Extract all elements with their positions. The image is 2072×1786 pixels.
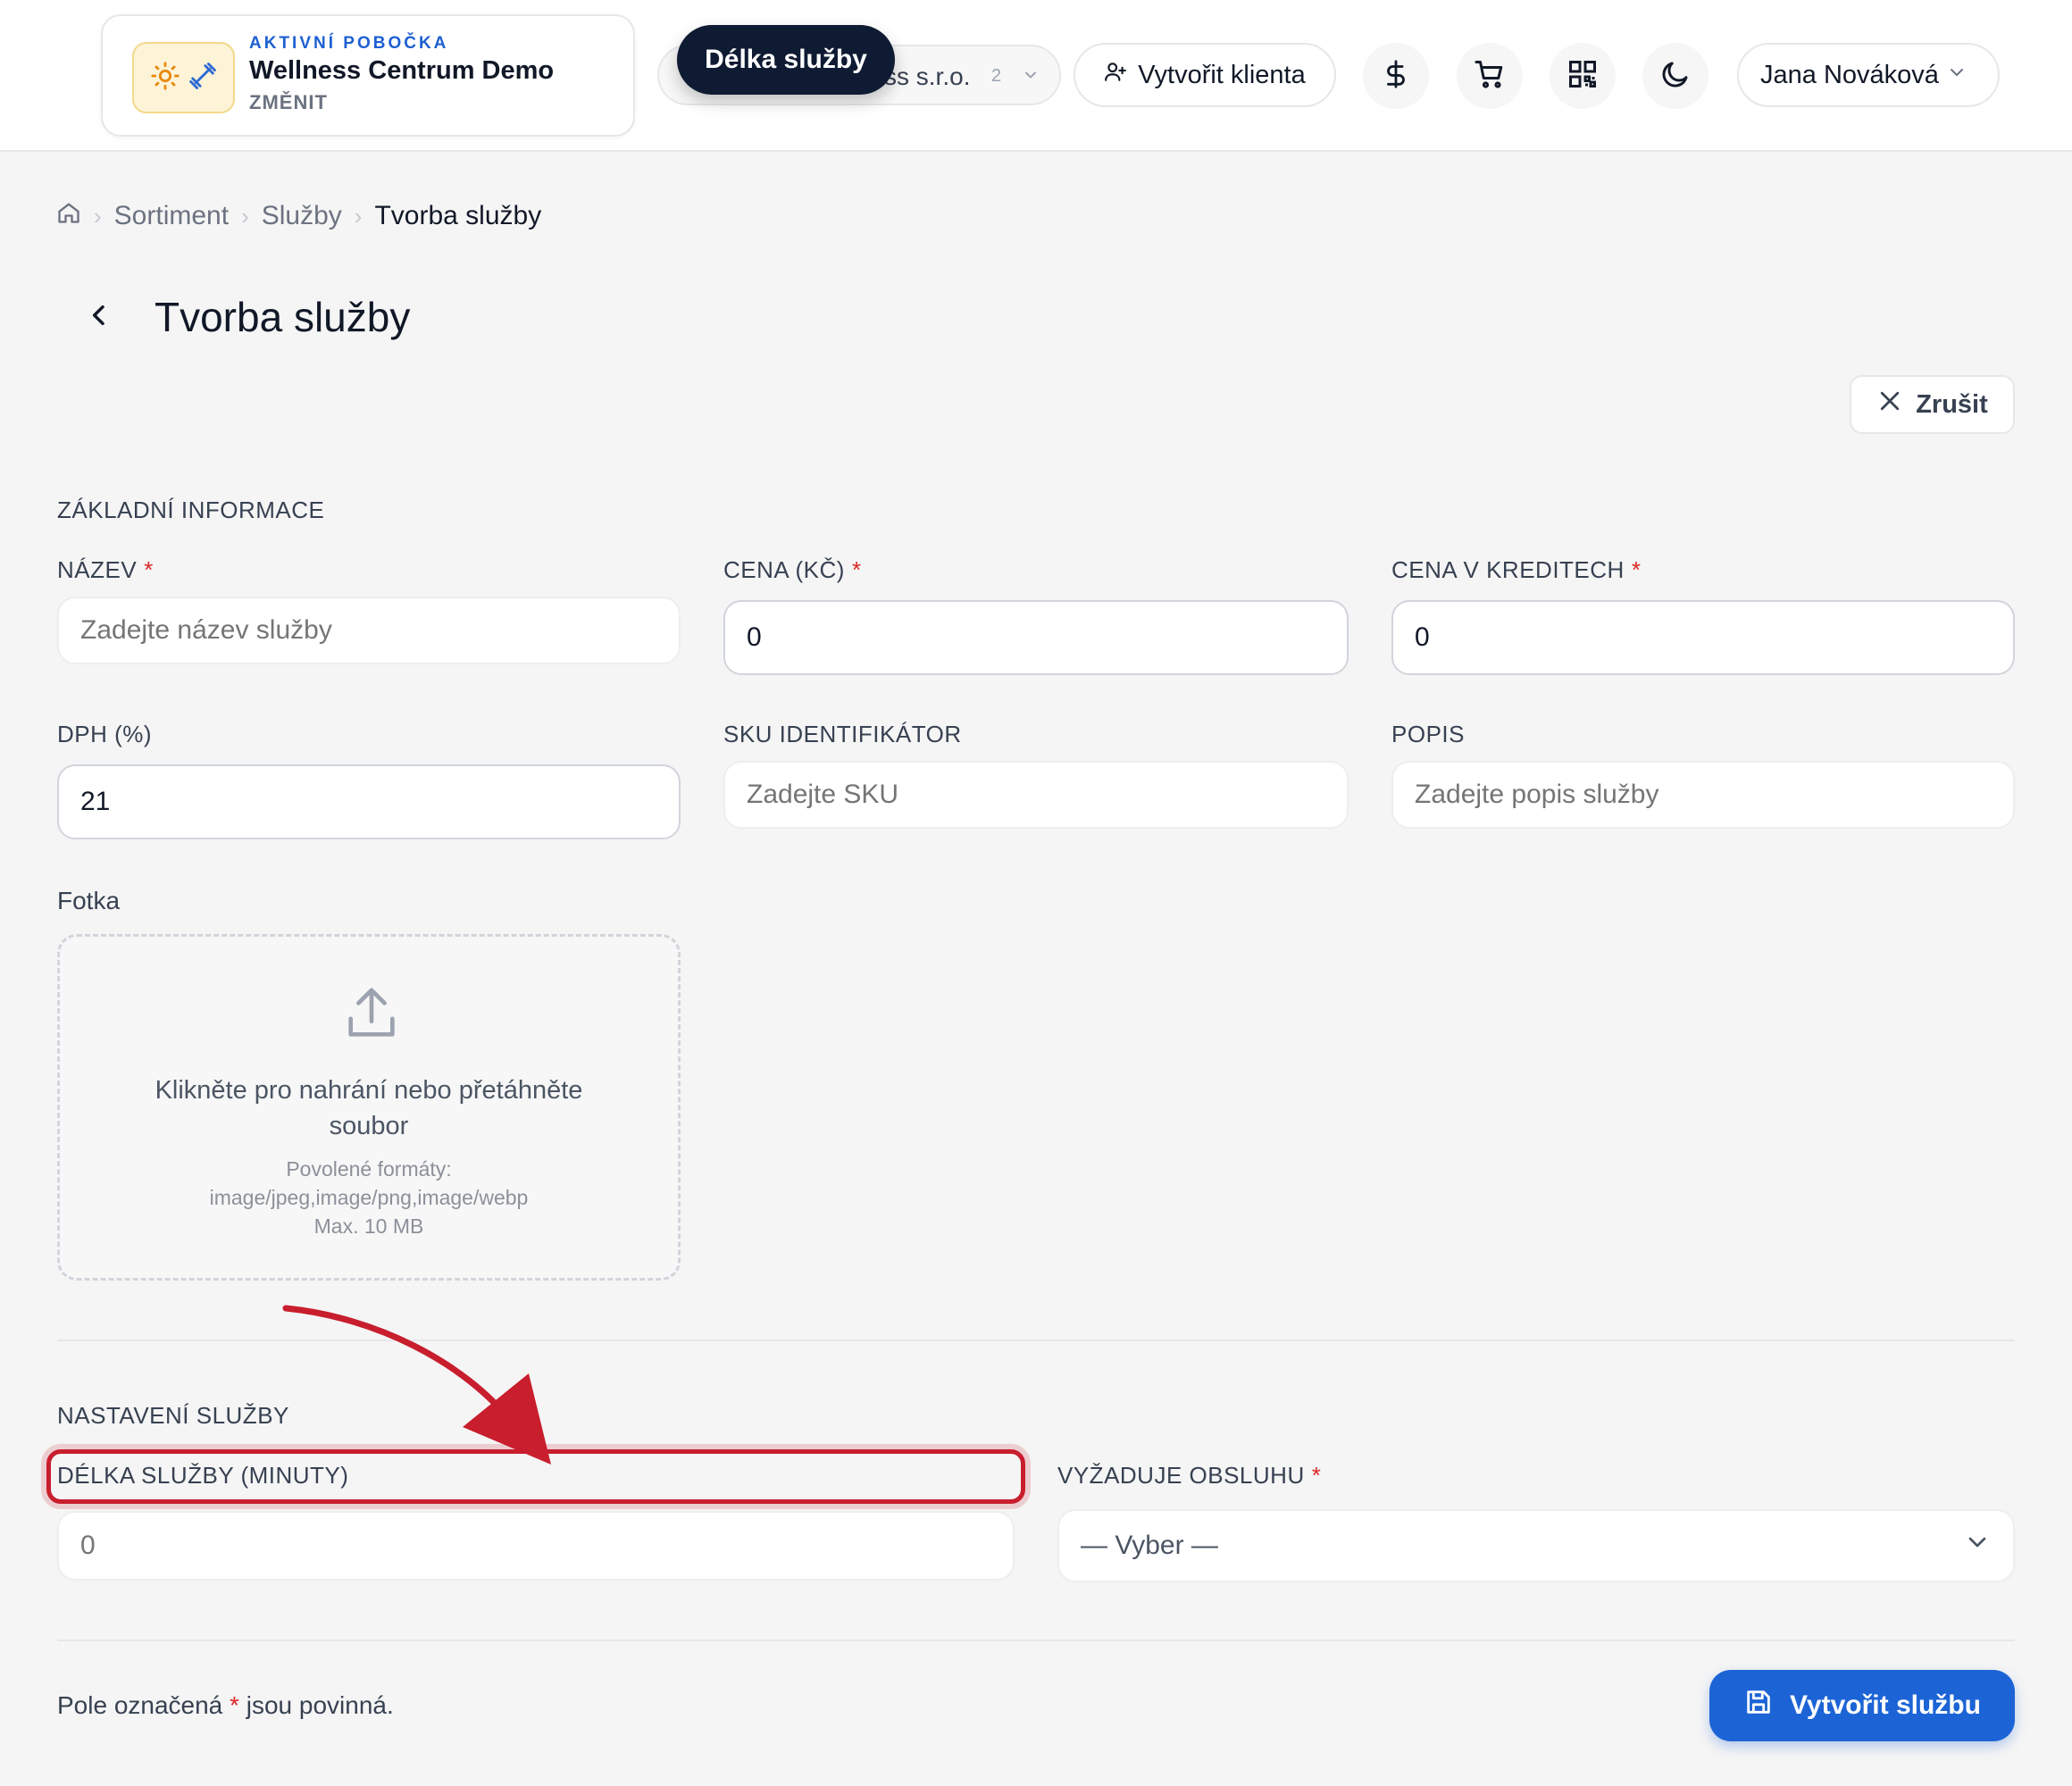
user-plus-icon bbox=[1104, 60, 1127, 90]
breadcrumb-separator: › bbox=[354, 202, 363, 230]
credits-label: CENA V KREDITECH * bbox=[1391, 556, 1642, 583]
user-menu-button[interactable]: Jana Nováková bbox=[1737, 43, 2000, 107]
back-button[interactable] bbox=[79, 296, 120, 338]
breadcrumb: › Sortiment › Služby › Tvorba služby bbox=[56, 198, 541, 234]
duration-label: DÉLKA SLUŽBY (MINUTY) bbox=[57, 1462, 349, 1489]
basic-info-title: ZÁKLADNÍ INFORMACE bbox=[57, 497, 325, 523]
annotation-arrow bbox=[282, 1305, 551, 1465]
theme-toggle-button[interactable] bbox=[1642, 43, 1709, 109]
finance-button[interactable] bbox=[1363, 43, 1429, 109]
cart-button[interactable] bbox=[1457, 43, 1523, 109]
home-icon[interactable] bbox=[56, 200, 81, 232]
branch-name: Wellness Centrum Demo bbox=[249, 56, 555, 85]
cancel-label: Zrušit bbox=[1916, 389, 1988, 419]
chevron-left-icon bbox=[85, 301, 113, 334]
description-input[interactable] bbox=[1391, 761, 2015, 829]
photo-label: Fotka bbox=[57, 887, 121, 914]
price-input[interactable] bbox=[723, 600, 1349, 675]
qr-code-icon bbox=[1567, 58, 1599, 95]
branch-logo bbox=[132, 42, 235, 113]
required-fields-note: Pole označená * jsou povinná. bbox=[57, 1691, 394, 1719]
upload-instructions: Klikněte pro nahrání nebo přetáhněte sou… bbox=[155, 1076, 583, 1140]
breadcrumb-current: Tvorba služby bbox=[374, 201, 542, 230]
active-branch-card[interactable]: AKTIVNÍ POBOČKA Wellness Centrum Demo ZM… bbox=[101, 14, 635, 137]
close-icon bbox=[1876, 388, 1903, 421]
company-select-value: ss s.r.o. bbox=[884, 63, 971, 90]
chevron-down-icon bbox=[1022, 66, 1040, 88]
create-service-button[interactable]: Vytvořit službu bbox=[1709, 1670, 2015, 1741]
page-title: Tvorba služby bbox=[155, 294, 411, 340]
staff-label: VYŽADUJE OBSLUHU * bbox=[1057, 1462, 1322, 1489]
company-count: 2 bbox=[991, 66, 1002, 86]
sku-input[interactable] bbox=[723, 761, 1349, 829]
qr-button[interactable] bbox=[1550, 43, 1616, 109]
service-settings-title: NASTAVENÍ SLUŽBY bbox=[57, 1402, 289, 1429]
vat-label: DPH (%) bbox=[57, 721, 153, 747]
staff-select[interactable]: — Vyber — bbox=[1057, 1509, 2015, 1582]
breadcrumb-separator: › bbox=[94, 202, 102, 230]
change-branch-link[interactable]: ZMĚNIT bbox=[249, 91, 328, 114]
vat-input[interactable] bbox=[57, 764, 681, 839]
duration-input[interactable] bbox=[57, 1511, 1015, 1581]
breadcrumb-sluzby[interactable]: Služby bbox=[262, 201, 342, 231]
dumbbell-icon bbox=[188, 61, 218, 96]
description-label: POPIS bbox=[1391, 721, 1465, 747]
create-client-button[interactable]: Vytvořit klienta bbox=[1074, 43, 1336, 107]
breadcrumb-separator: › bbox=[241, 202, 249, 230]
chevron-down-icon bbox=[1963, 1528, 1992, 1564]
dollar-icon bbox=[1381, 59, 1411, 94]
sun-icon bbox=[150, 61, 180, 96]
sku-label: SKU IDENTIFIKÁTOR bbox=[723, 721, 962, 747]
name-input[interactable] bbox=[57, 597, 681, 664]
breadcrumb-sortiment[interactable]: Sortiment bbox=[114, 201, 229, 231]
name-label: NÁZEV * bbox=[57, 556, 154, 583]
chevron-down-icon bbox=[1946, 61, 1968, 90]
credits-input[interactable] bbox=[1391, 600, 2015, 675]
cancel-button[interactable]: Zrušit bbox=[1850, 375, 2015, 434]
user-name: Jana Nováková bbox=[1760, 60, 1939, 89]
photo-upload-dropzone[interactable]: Klikněte pro nahrání nebo přetáhněte sou… bbox=[57, 934, 681, 1281]
top-bar: AKTIVNÍ POBOČKA Wellness Centrum Demo ZM… bbox=[0, 0, 2072, 152]
staff-select-value: — Vyber — bbox=[1081, 1531, 1218, 1560]
price-label: CENA (KČ) * bbox=[723, 556, 862, 583]
create-service-label: Vytvořit službu bbox=[1790, 1690, 1981, 1720]
footer-divider bbox=[57, 1640, 2015, 1641]
moon-icon bbox=[1659, 58, 1692, 95]
branch-eyebrow: AKTIVNÍ POBOČKA bbox=[249, 34, 449, 53]
create-client-label: Vytvořit klienta bbox=[1138, 60, 1306, 89]
upload-constraints: Povolené formáty: image/jpeg,image/png,i… bbox=[209, 1157, 529, 1238]
cart-icon bbox=[1474, 58, 1506, 95]
field-tooltip: Délka služby bbox=[677, 25, 895, 95]
upload-icon bbox=[340, 981, 403, 1050]
save-icon bbox=[1743, 1687, 1774, 1724]
